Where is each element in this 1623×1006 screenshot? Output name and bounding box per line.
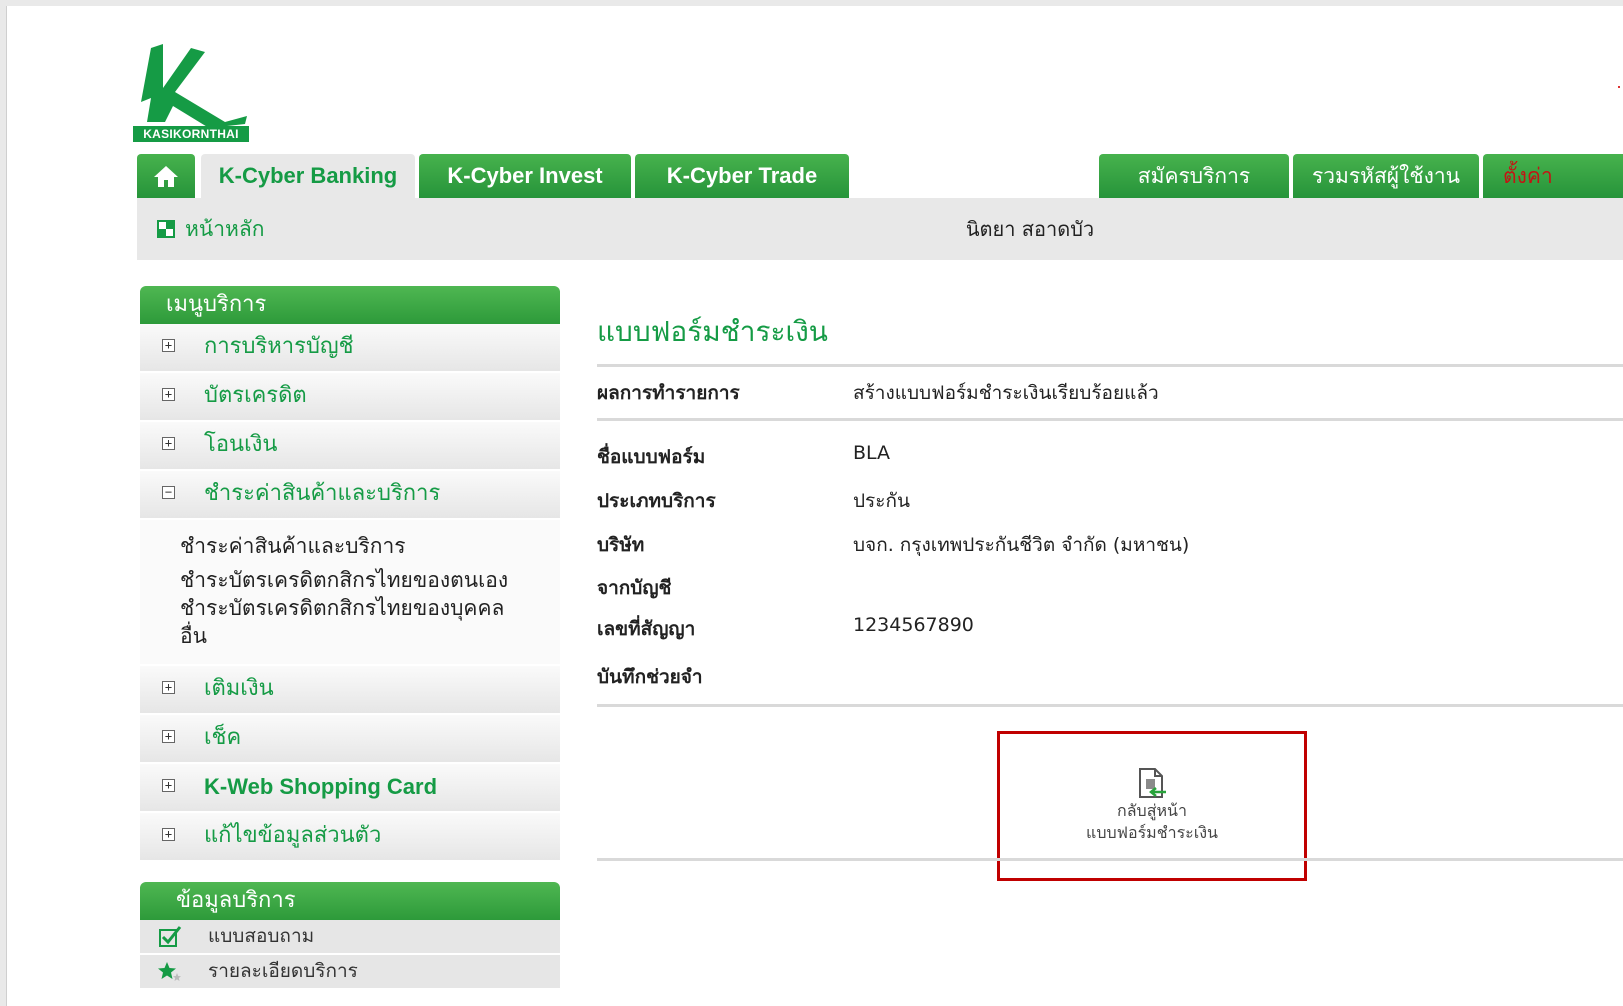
logo-wordmark: KASIKORNTHAI	[133, 126, 249, 142]
star-icon	[158, 962, 181, 981]
expand-icon[interactable]: +	[162, 730, 175, 743]
back-button-line1: กลับสู่หน้า	[1117, 801, 1187, 820]
main-tab-bar: K-Cyber Banking K-Cyber Invest K-Cyber T…	[137, 154, 1623, 198]
divider	[597, 418, 1623, 421]
browser-page: KASIKORNTHAI K-Cyber Banking K-Cyber Inv…	[6, 6, 1623, 1006]
service-info-header: ข้อมูลบริการ	[140, 882, 560, 920]
sidebar: เมนูบริการ + การบริหารบัญชี + บัตรเครดิต…	[140, 286, 560, 990]
submenu-pay-goods-services[interactable]: ชำระค่าสินค้าและบริการ	[180, 532, 560, 560]
menu-item-top-up[interactable]: + เติมเงิน	[140, 666, 560, 715]
menu-item-transfer[interactable]: + โอนเงิน	[140, 422, 560, 471]
expand-icon[interactable]: +	[162, 339, 175, 352]
tab-k-cyber-banking[interactable]: K-Cyber Banking	[201, 154, 415, 198]
tab-k-cyber-invest[interactable]: K-Cyber Invest	[419, 154, 631, 198]
menu-item-label: K-Web Shopping Card	[204, 774, 438, 799]
menu-item-bill-payment[interactable]: − ชำระค่าสินค้าและบริการ	[140, 471, 560, 520]
expand-icon[interactable]: +	[162, 437, 175, 450]
service-type-label: ประเภทบริการ	[597, 490, 716, 512]
info-item-service-details[interactable]: รายละเอียดบริการ	[140, 955, 560, 990]
company-value: บจก. กรุงเทพประกันชีวิต จำกัด (มหาชน)	[853, 534, 1190, 556]
tab-k-cyber-trade[interactable]: K-Cyber Trade	[635, 154, 849, 198]
menu-item-label: บัตรเครดิต	[204, 383, 307, 408]
home-tab[interactable]	[137, 154, 195, 198]
home-link[interactable]: หน้าหลัก	[157, 198, 264, 260]
company-label: บริษัท	[597, 534, 645, 556]
home-square-icon	[157, 220, 175, 238]
menu-item-label: เติมเงิน	[204, 676, 274, 701]
page-title: แบบฟอร์มชำระเงิน	[597, 315, 828, 348]
info-item-label: รายละเอียดบริการ	[208, 960, 358, 982]
submenu-pay-own-credit-card[interactable]: ชำระบัตรเครดิตกสิกรไทยของตนเอง	[180, 566, 560, 594]
service-type-value: ประกัน	[853, 490, 910, 512]
submenu-pay-other-credit-card[interactable]: ชำระบัตรเครดิตกสิกรไทยของบุคคล อื่น	[180, 594, 560, 650]
collapse-icon[interactable]: −	[162, 486, 175, 499]
tab-register-service[interactable]: สมัครบริการ	[1099, 154, 1289, 198]
from-account-label: จากบัญชี	[597, 577, 672, 599]
info-item-label: แบบสอบถาม	[208, 925, 315, 947]
tab-settings[interactable]: ตั้งค่า	[1483, 154, 1623, 198]
expand-icon[interactable]: +	[162, 681, 175, 694]
info-item-survey[interactable]: แบบสอบถาม	[140, 920, 560, 955]
menu-item-label: ชำระค่าสินค้าและบริการ	[204, 481, 441, 506]
menu-item-label: โอนเงิน	[204, 432, 278, 457]
service-menu-header: เมนูบริการ	[140, 286, 560, 324]
back-button-line2: แบบฟอร์มชำระเงิน	[1086, 823, 1218, 842]
contract-number-label: เลขที่สัญญา	[597, 618, 696, 640]
user-name: นิตยา สอาดบัว	[965, 217, 1095, 241]
home-icon	[154, 166, 178, 187]
expand-icon[interactable]: +	[162, 388, 175, 401]
tab-combine-user-id[interactable]: รวมรหัสผู้ใช้งาน	[1293, 154, 1479, 198]
menu-item-account-management[interactable]: + การบริหารบัญชี	[140, 324, 560, 373]
contract-number-value: 1234567890	[853, 614, 974, 636]
menu-item-credit-card[interactable]: + บัตรเครดิต	[140, 373, 560, 422]
divider	[597, 704, 1623, 707]
submenu-pay-other-line2: อื่น	[180, 624, 207, 648]
expand-icon[interactable]: +	[162, 828, 175, 841]
bill-payment-submenu: ชำระค่าสินค้าและบริการ ชำระบัตรเครดิตกสิ…	[140, 520, 560, 666]
home-link-label: หน้าหลัก	[185, 217, 265, 241]
expand-icon[interactable]: +	[162, 779, 175, 792]
submenu-pay-other-line1: ชำระบัตรเครดิตกสิกรไทยของบุคคล	[180, 596, 505, 620]
menu-item-label: การบริหารบัญชี	[204, 334, 354, 359]
checkbox-checked-icon	[159, 926, 182, 947]
memo-label: บันทึกช่วยจำ	[597, 666, 703, 688]
result-label: ผลการทำรายการ	[597, 382, 740, 404]
menu-item-k-web-shopping-card[interactable]: + K-Web Shopping Card	[140, 764, 560, 813]
menu-item-label: แก้ไขข้อมูลส่วนตัว	[204, 823, 382, 848]
menu-item-label: เช็ค	[204, 725, 242, 750]
menu-item-edit-profile[interactable]: + แก้ไขข้อมูลส่วนตัว	[140, 813, 560, 862]
top-info-bar: หน้าหลัก นิตยา สอาดบัว	[137, 198, 1623, 260]
form-name-label: ชื่อแบบฟอร์ม	[597, 446, 706, 468]
result-value: สร้างแบบฟอร์มชำระเงินเรียบร้อยแล้ว	[853, 382, 1159, 404]
menu-item-cheque[interactable]: + เช็ค	[140, 715, 560, 764]
decorative-dot	[1618, 86, 1620, 88]
form-name-value: BLA	[853, 442, 891, 464]
divider	[597, 858, 1623, 861]
document-back-icon	[1139, 768, 1166, 798]
divider	[597, 364, 1623, 367]
